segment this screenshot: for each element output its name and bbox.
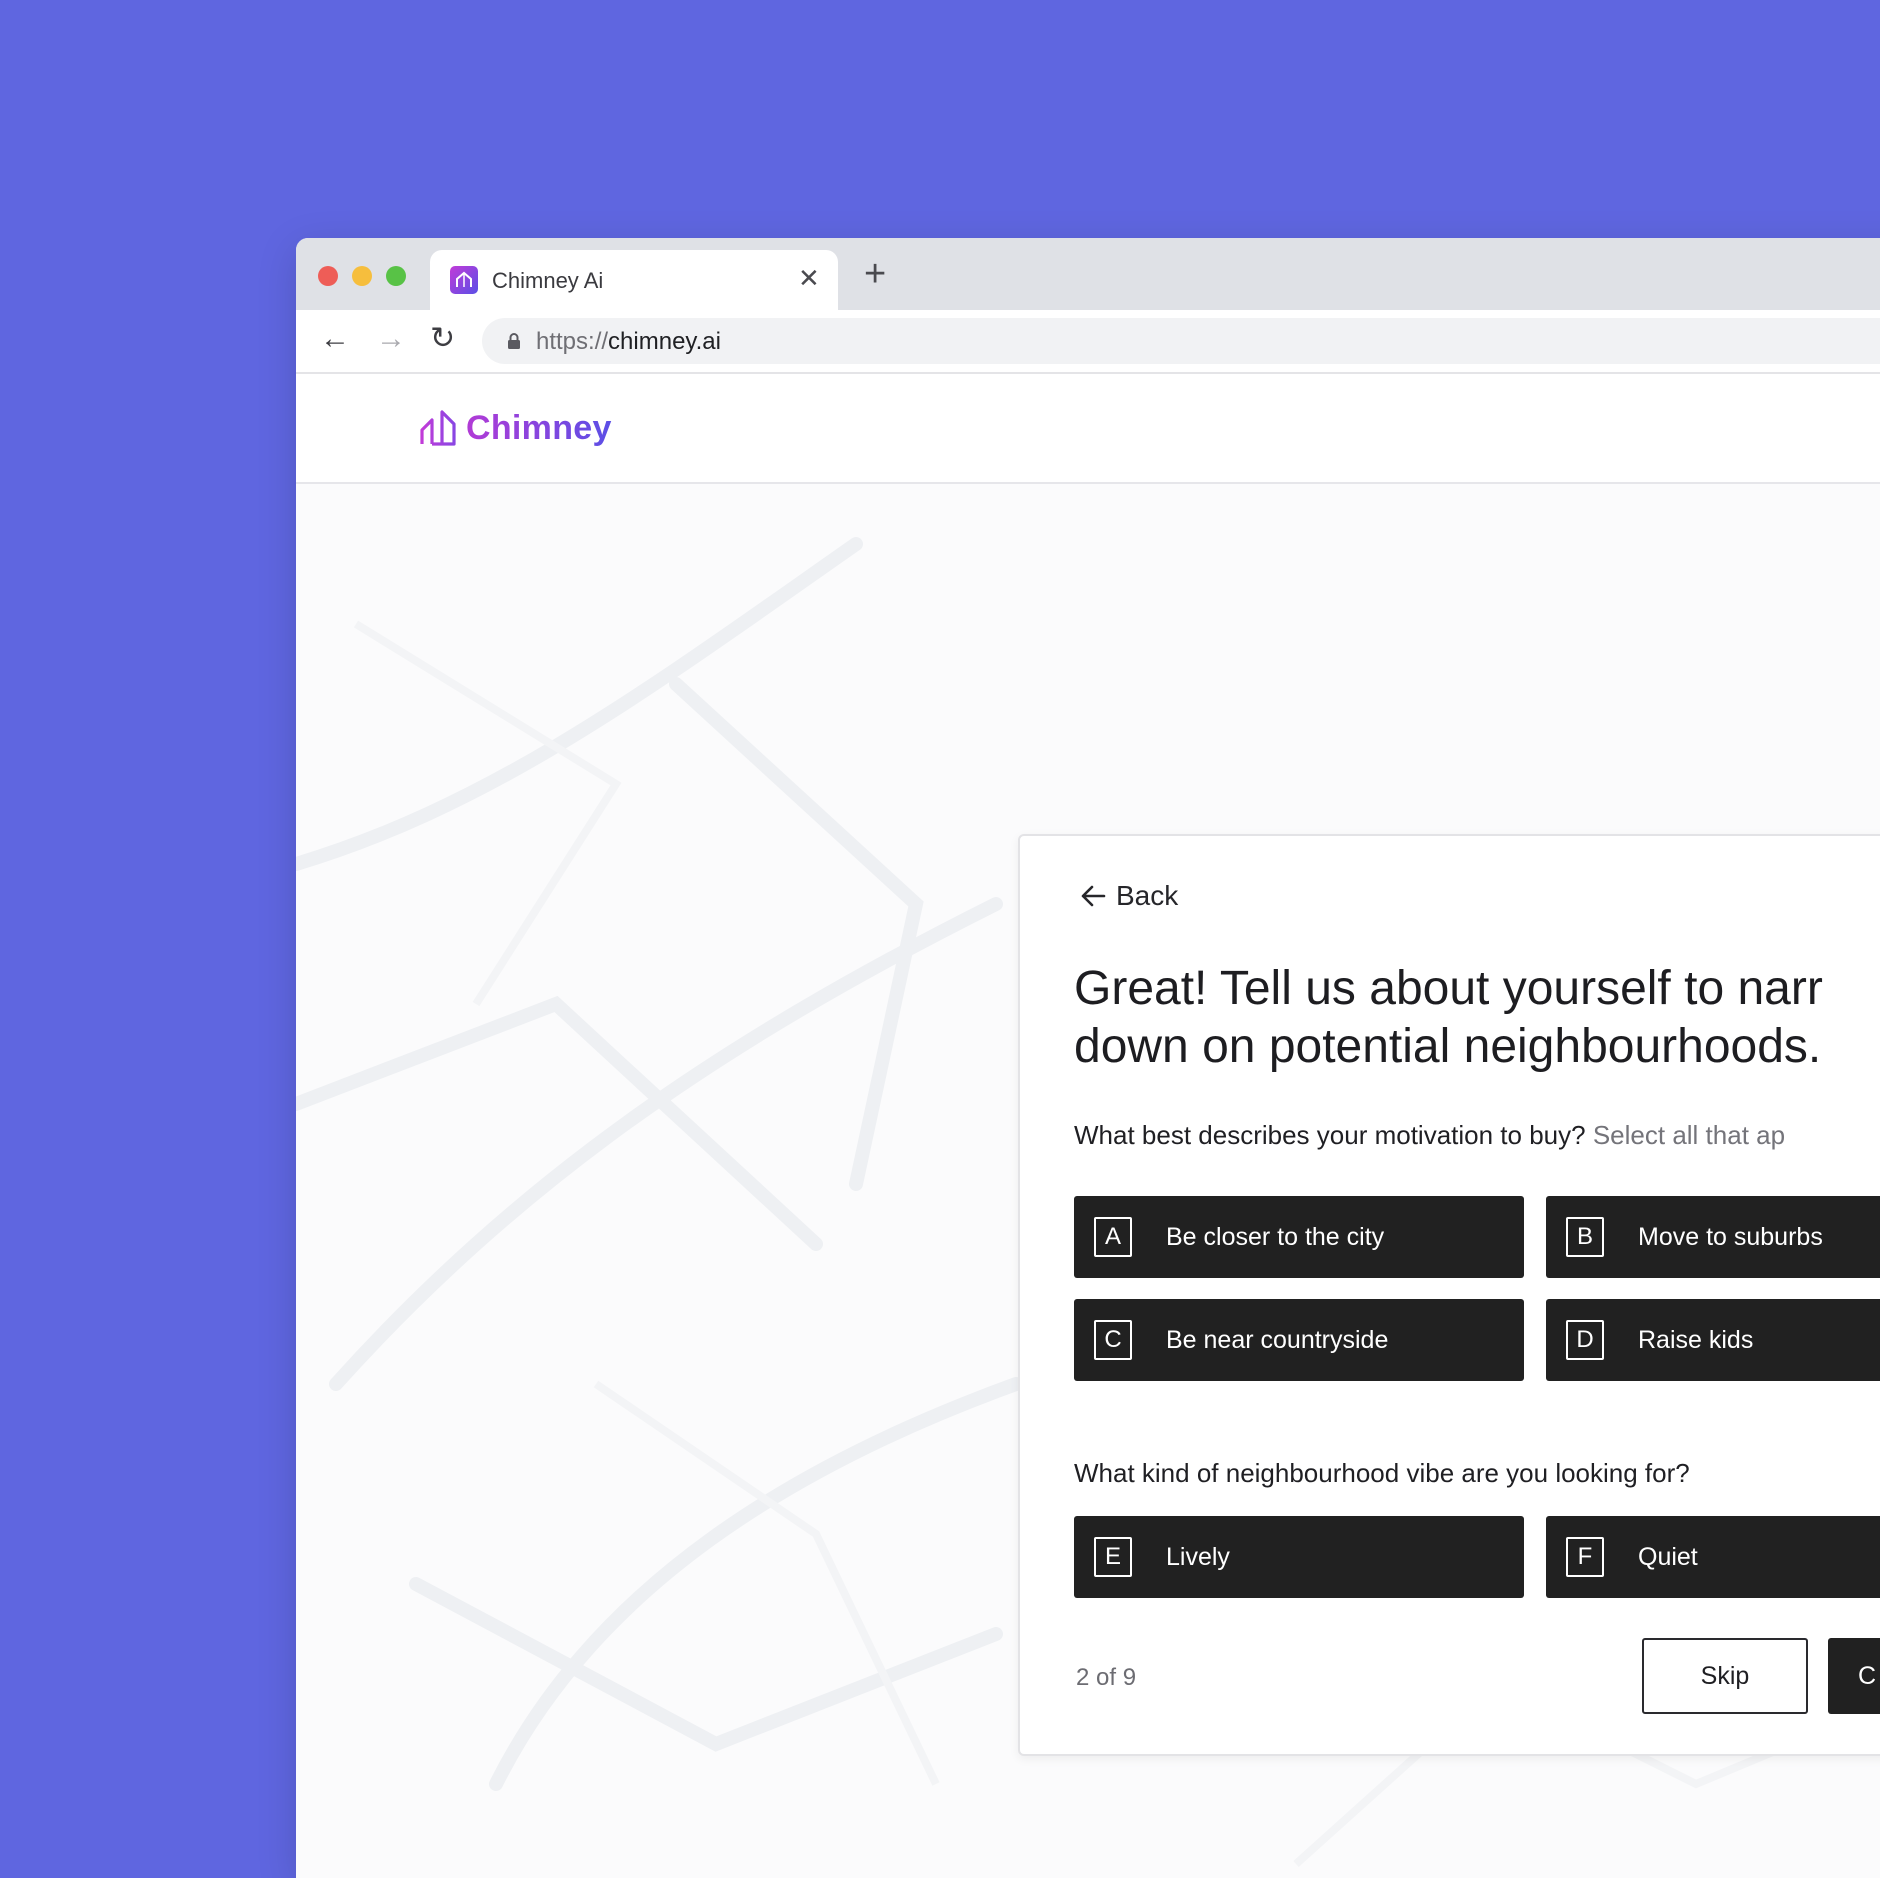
- continue-button[interactable]: C: [1828, 1638, 1880, 1714]
- option-label: Quiet: [1638, 1542, 1698, 1571]
- skip-button[interactable]: Skip: [1642, 1638, 1808, 1714]
- option-c-button[interactable]: C Be near countryside: [1074, 1299, 1524, 1381]
- option-key: C: [1094, 1320, 1132, 1360]
- question-motivation-text: What best describes your motivation to b…: [1074, 1120, 1586, 1150]
- url-scheme: https://: [536, 328, 609, 355]
- page-title-line-1: Great! Tell us about yourself to narr: [1074, 962, 1823, 1015]
- address-bar[interactable]: https://chimney.ai: [482, 318, 1880, 364]
- logo-text: Chimney: [466, 408, 612, 447]
- forward-arrow-icon[interactable]: →: [376, 321, 406, 357]
- reload-icon[interactable]: ↻: [430, 321, 455, 357]
- browser-tab[interactable]: Chimney Ai ✕: [430, 250, 838, 310]
- option-label: Move to suburbs: [1638, 1222, 1823, 1251]
- maximize-window-button[interactable]: [386, 266, 406, 286]
- option-f-button[interactable]: F Quiet: [1546, 1516, 1880, 1598]
- option-key: A: [1094, 1217, 1132, 1257]
- option-key: D: [1566, 1320, 1604, 1360]
- option-label: Be near countryside: [1166, 1325, 1389, 1354]
- page-title-line-2: down on potential neighbourhoods.: [1074, 1020, 1822, 1073]
- option-label: Raise kids: [1638, 1325, 1754, 1354]
- page-content: Back Great! Tell us about yourself to na…: [296, 484, 1880, 1878]
- option-key: E: [1094, 1537, 1132, 1577]
- back-arrow-icon[interactable]: ←: [320, 321, 350, 357]
- chimney-favicon-icon: [450, 266, 478, 294]
- question-motivation: What best describes your motivation to b…: [1074, 1120, 1785, 1151]
- option-label: Lively: [1166, 1542, 1230, 1571]
- arrow-left-icon: [1081, 885, 1106, 907]
- site-logo[interactable]: Chimney: [418, 408, 612, 448]
- browser-toolbar: ← → ↻ https://chimney.ai: [296, 310, 1880, 374]
- close-icon[interactable]: ✕: [798, 263, 820, 293]
- browser-window: Chimney Ai ✕ + ← → ↻ https://chimney.ai: [296, 238, 1880, 1878]
- url-text: https://chimney.ai: [536, 328, 721, 356]
- chimney-logo-icon: [420, 410, 456, 446]
- close-window-button[interactable]: [318, 266, 338, 286]
- option-e-button[interactable]: E Lively: [1074, 1516, 1524, 1598]
- option-a-button[interactable]: A Be closer to the city: [1074, 1196, 1524, 1278]
- option-label: Be closer to the city: [1166, 1222, 1385, 1251]
- minimize-window-button[interactable]: [352, 266, 372, 286]
- question-vibe: What kind of neighbourhood vibe are you …: [1074, 1458, 1690, 1488]
- tab-strip: Chimney Ai ✕ +: [296, 238, 1880, 310]
- page-title: Great! Tell us about yourself to narr do…: [1074, 960, 1880, 1076]
- back-label: Back: [1116, 880, 1179, 911]
- option-d-button[interactable]: D Raise kids: [1546, 1299, 1880, 1381]
- back-button[interactable]: Back: [1080, 880, 1178, 912]
- lock-icon: [506, 332, 522, 355]
- plus-icon[interactable]: +: [864, 254, 886, 294]
- url-host: chimney.ai: [608, 328, 721, 355]
- question-motivation-hint: Select all that ap: [1592, 1120, 1786, 1150]
- option-key: F: [1566, 1537, 1604, 1577]
- option-b-button[interactable]: B Move to suburbs: [1546, 1196, 1880, 1278]
- questionnaire-card: Back Great! Tell us about yourself to na…: [1018, 834, 1880, 1756]
- step-progress: 2 of 9: [1076, 1664, 1137, 1691]
- tab-title: Chimney Ai: [492, 268, 604, 293]
- site-header: Chimney: [296, 374, 1880, 484]
- option-key: B: [1566, 1217, 1604, 1257]
